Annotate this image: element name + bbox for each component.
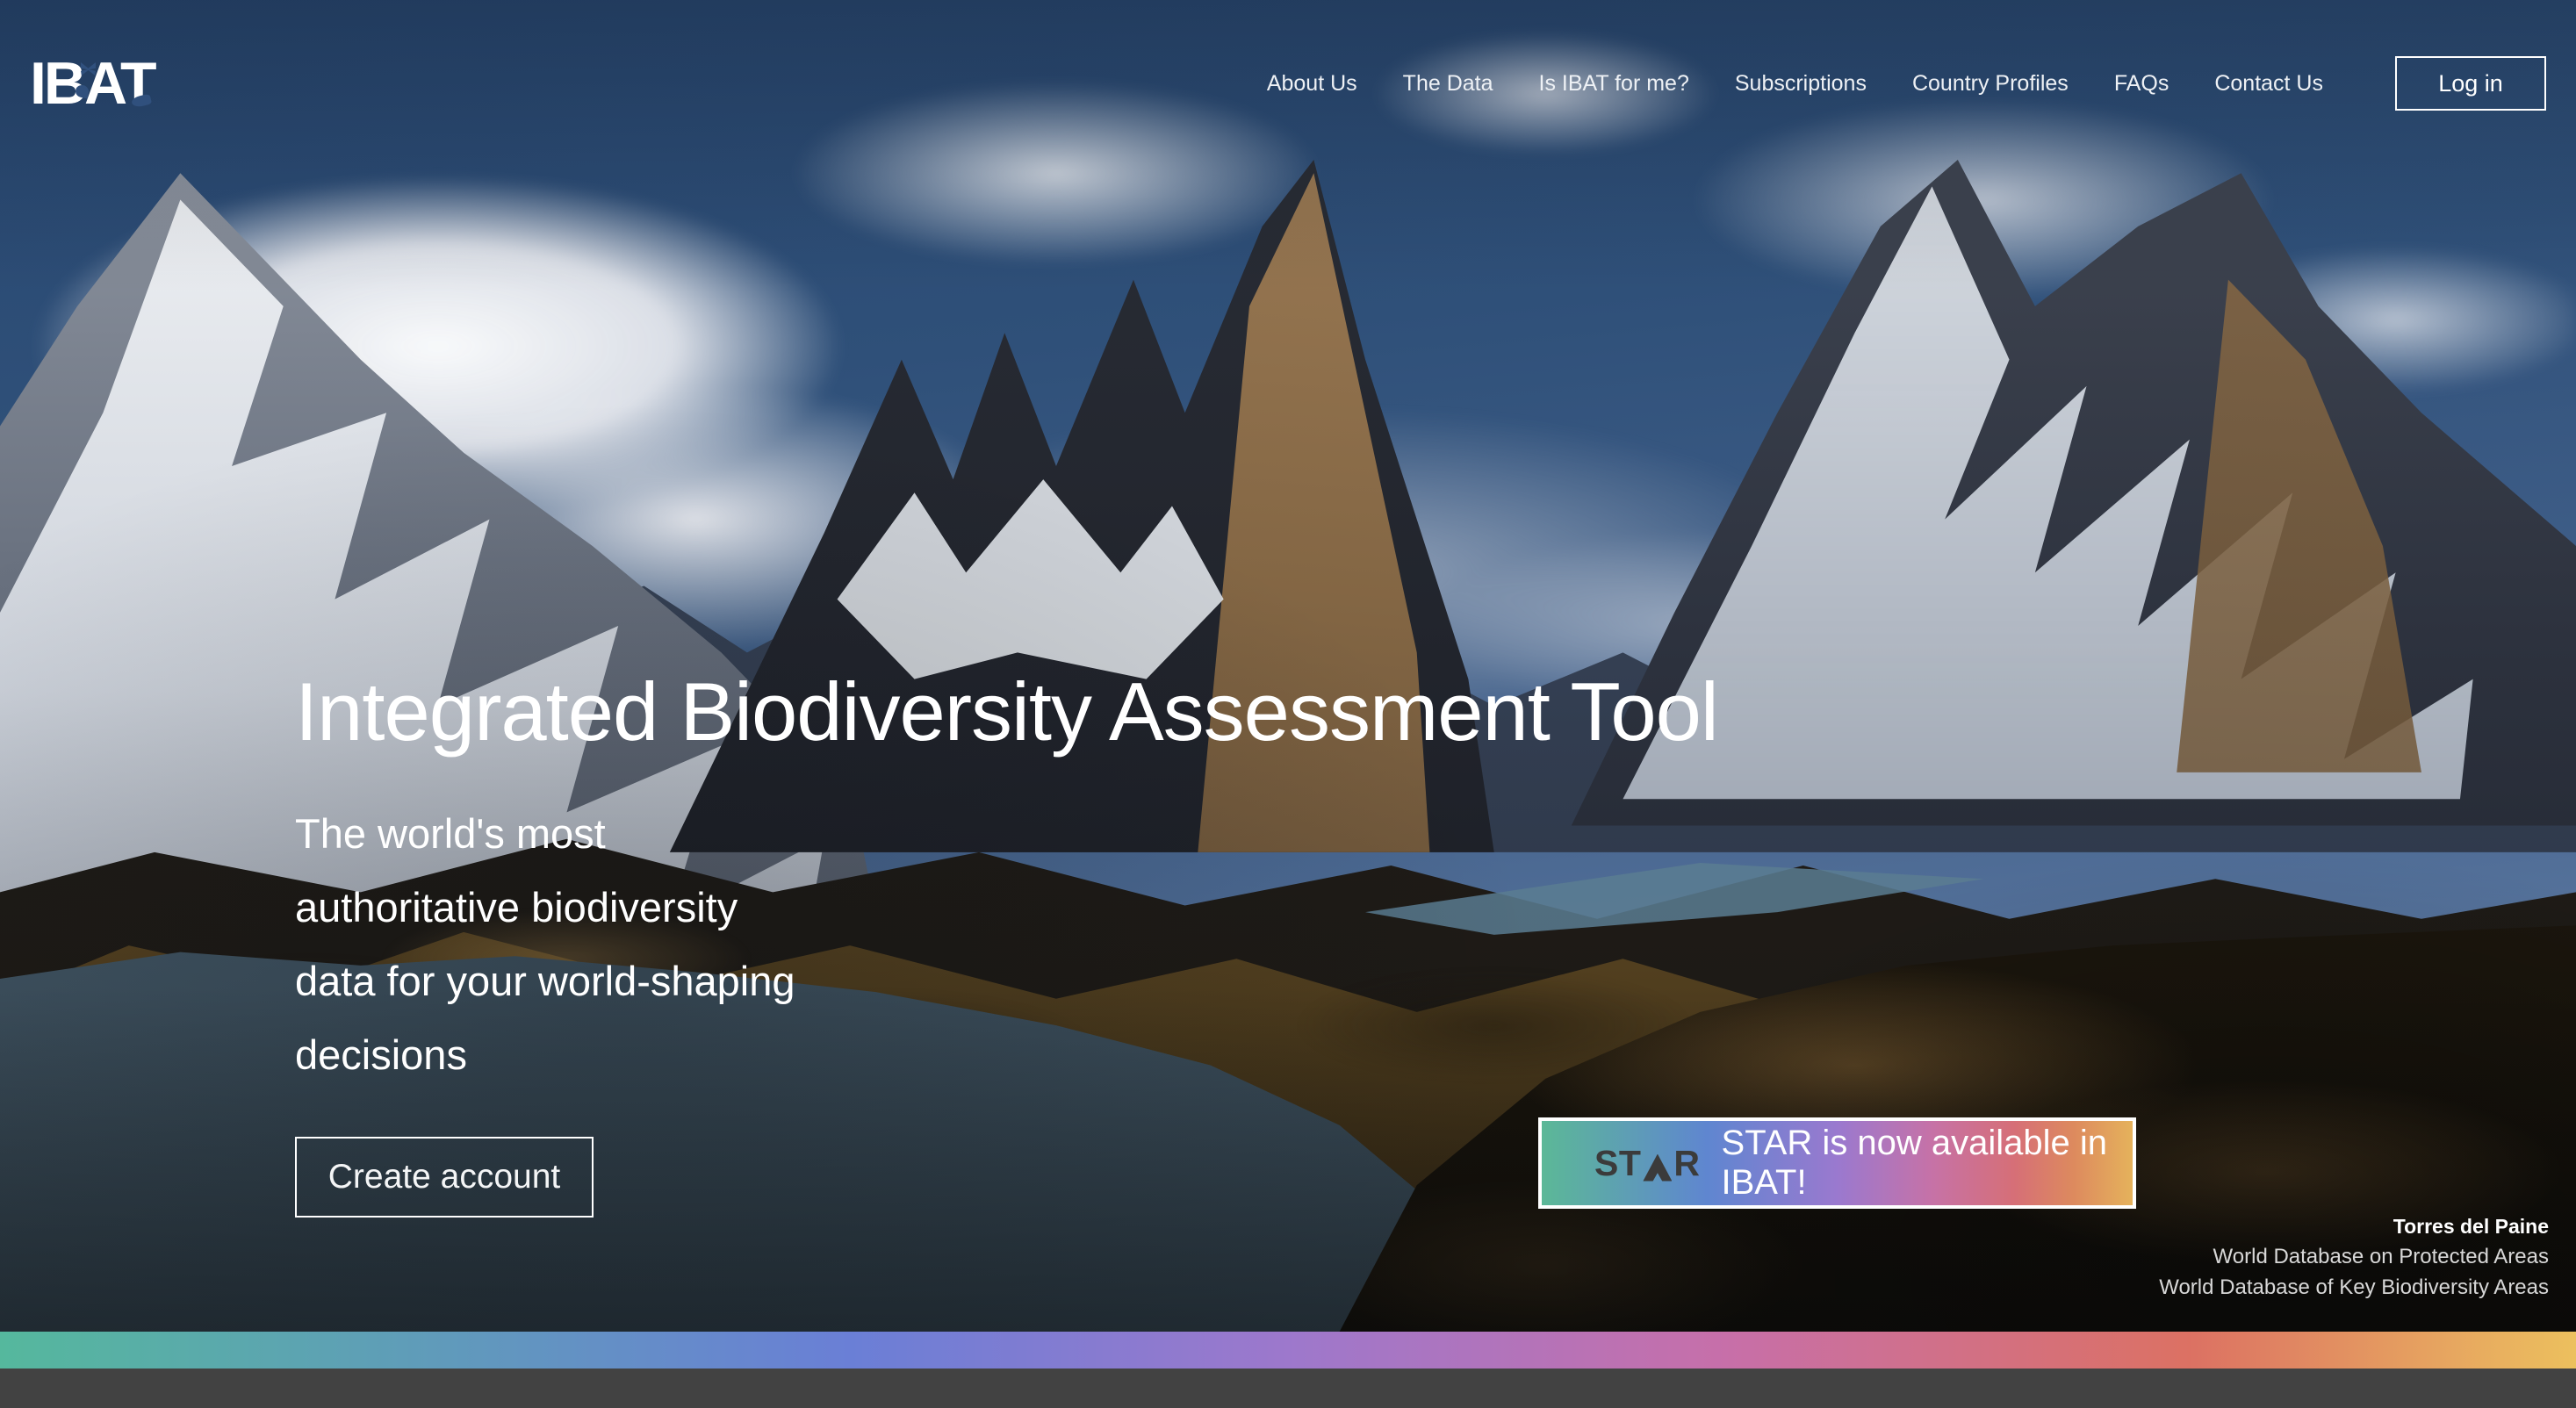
star-announcement-banner[interactable]: ST R STAR is now available in IBAT!: [1538, 1117, 2136, 1209]
ibat-logo[interactable]: IBAT: [30, 54, 155, 113]
nav-item-country-profiles[interactable]: Country Profiles: [1912, 71, 2069, 97]
hero-subtitle-line: data for your world-shaping: [295, 945, 1718, 1018]
star-logo-suffix: R: [1673, 1146, 1700, 1182]
hero-subtitle-line: decisions: [295, 1018, 1718, 1092]
star-logo-a-glyph: [1643, 1154, 1672, 1182]
nav-item-faqs[interactable]: FAQs: [2114, 71, 2169, 97]
page-title: Integrated Biodiversity Assessment Tool: [295, 654, 1718, 769]
hero-section: IBAT About Us The Data Is IBAT for me? S…: [0, 0, 2576, 1332]
photo-credits: Torres del Paine World Database on Prote…: [2159, 1211, 2549, 1303]
rainbow-divider-bar: [0, 1332, 2576, 1368]
nav-item-is-ibat-for-me[interactable]: Is IBAT for me?: [1539, 71, 1689, 97]
create-account-button[interactable]: Create account: [295, 1137, 594, 1218]
star-banner-message: STAR is now available in IBAT!: [1722, 1124, 2133, 1203]
hero-copy: Integrated Biodiversity Assessment Tool …: [295, 654, 1718, 1218]
hero-subtitle: The world's most authoritative biodivers…: [295, 797, 1718, 1092]
nav-item-the-data[interactable]: The Data: [1403, 71, 1493, 97]
photo-credit-source: World Database on Protected Areas: [2159, 1241, 2549, 1272]
footer-bar: [0, 1368, 2576, 1408]
star-logo-prefix: ST: [1594, 1146, 1641, 1182]
nav-item-about-us[interactable]: About Us: [1267, 71, 1357, 97]
ibat-logo-text: IBAT: [30, 50, 155, 117]
photo-credit-location: Torres del Paine: [2159, 1211, 2549, 1241]
photo-credit-source: World Database of Key Biodiversity Areas: [2159, 1272, 2549, 1303]
nav-item-contact-us[interactable]: Contact Us: [2214, 71, 2323, 97]
nav-item-subscriptions[interactable]: Subscriptions: [1735, 71, 1867, 97]
main-nav: About Us The Data Is IBAT for me? Subscr…: [1267, 56, 2546, 111]
hero-subtitle-line: The world's most: [295, 797, 1718, 871]
top-navigation-bar: IBAT About Us The Data Is IBAT for me? S…: [0, 0, 2576, 167]
star-logo-icon: ST R: [1594, 1146, 1701, 1182]
hero-subtitle-line: authoritative biodiversity: [295, 871, 1718, 945]
ibat-homepage: IBAT About Us The Data Is IBAT for me? S…: [0, 0, 2576, 1408]
log-in-button[interactable]: Log in: [2395, 56, 2546, 111]
